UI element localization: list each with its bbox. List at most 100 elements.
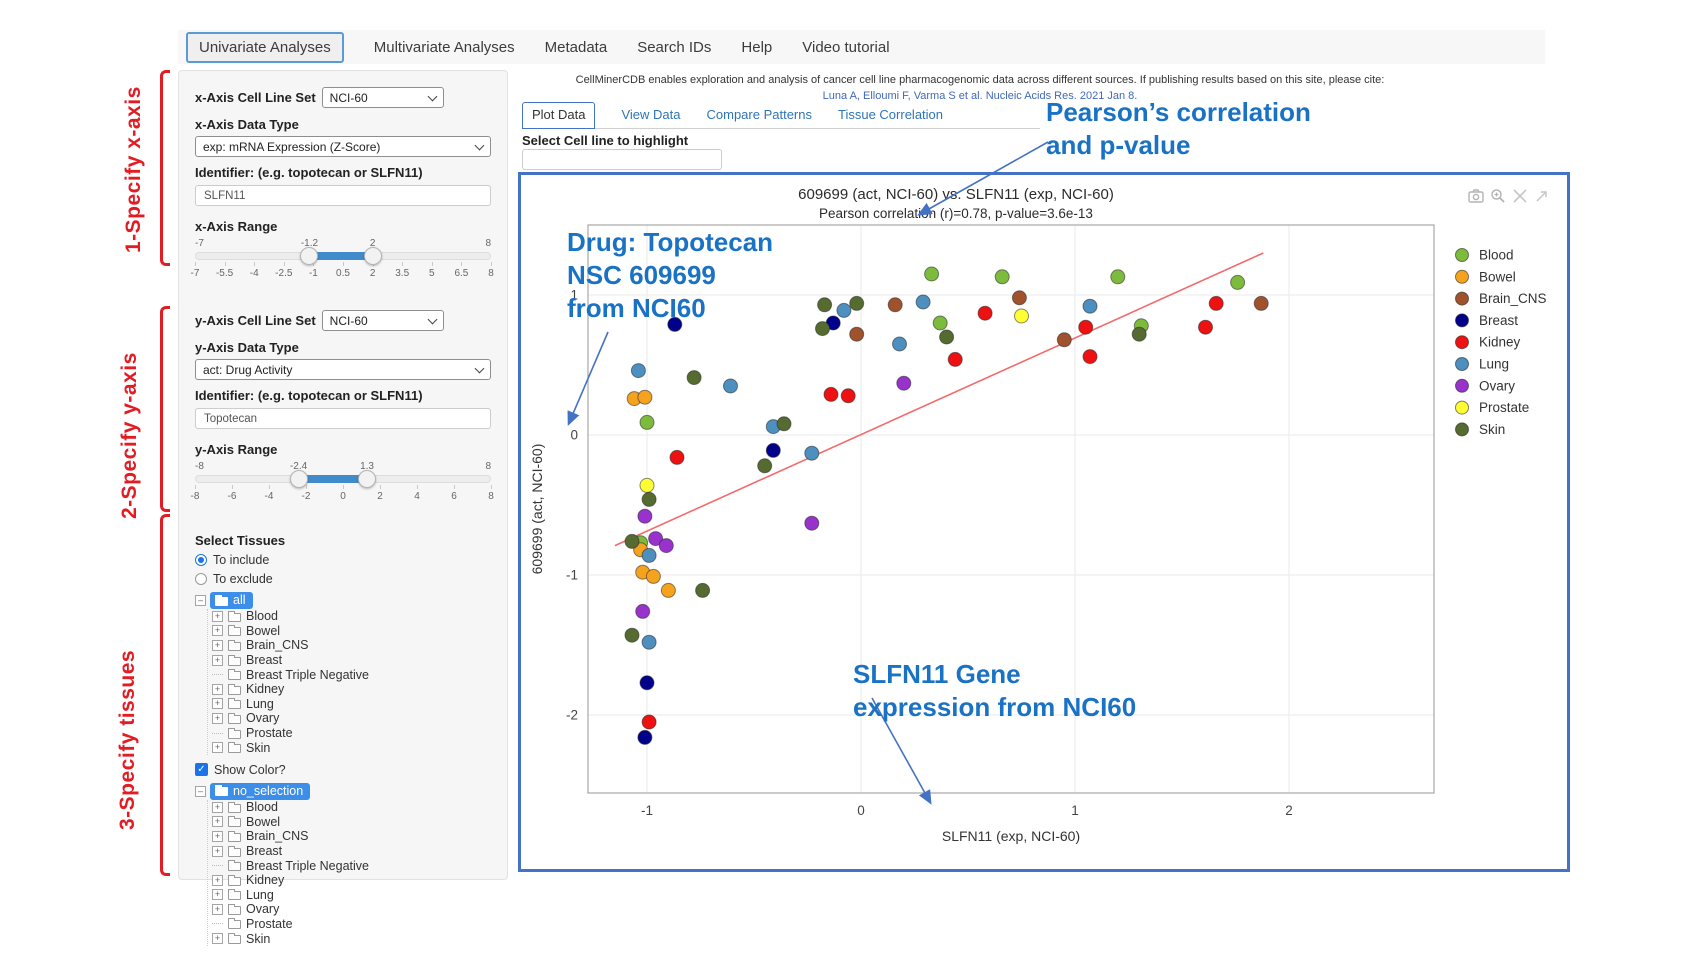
data-point-lung[interactable] bbox=[631, 364, 645, 378]
tree-item-ovary[interactable]: +Ovary bbox=[212, 902, 491, 917]
legend-label-bowel[interactable]: Bowel bbox=[1479, 269, 1516, 284]
data-point-breast[interactable] bbox=[638, 730, 652, 744]
data-point-skin[interactable] bbox=[696, 583, 710, 597]
tree-item-breast[interactable]: +Breast bbox=[212, 653, 491, 668]
legend-swatch-kidney[interactable] bbox=[1456, 336, 1469, 349]
expand-icon[interactable]: + bbox=[212, 802, 223, 813]
legend-swatch-prostate[interactable] bbox=[1456, 401, 1469, 414]
data-point-ovary[interactable] bbox=[638, 509, 652, 523]
data-point-lung[interactable] bbox=[805, 446, 819, 460]
legend-label-ovary[interactable]: Ovary bbox=[1479, 378, 1515, 393]
legend-label-lung[interactable]: Lung bbox=[1479, 357, 1509, 372]
legend-swatch-brain_cns[interactable] bbox=[1456, 292, 1469, 305]
data-point-kidney[interactable] bbox=[841, 389, 855, 403]
expand-icon[interactable]: + bbox=[212, 742, 223, 753]
tree-root-no_selection[interactable]: no_selection bbox=[210, 783, 310, 800]
data-point-lung[interactable] bbox=[916, 295, 930, 309]
data-point-bowel[interactable] bbox=[661, 583, 675, 597]
legend-label-kidney[interactable]: Kidney bbox=[1479, 335, 1521, 350]
highlight-cell-line-input[interactable] bbox=[522, 149, 722, 170]
data-point-prostate[interactable] bbox=[1015, 309, 1029, 323]
data-point-skin[interactable] bbox=[625, 628, 639, 642]
tree-item-lung[interactable]: +Lung bbox=[212, 697, 491, 712]
data-point-skin[interactable] bbox=[758, 459, 772, 473]
data-point-skin[interactable] bbox=[642, 492, 656, 506]
data-point-blood[interactable] bbox=[995, 270, 1009, 284]
data-point-kidney[interactable] bbox=[1199, 320, 1213, 334]
data-point-kidney[interactable] bbox=[642, 715, 656, 729]
tab-compare-patterns[interactable]: Compare Patterns bbox=[707, 107, 813, 128]
legend-label-brain_cns[interactable]: Brain_CNS bbox=[1479, 291, 1547, 306]
data-point-brain_cns[interactable] bbox=[888, 298, 902, 312]
collapse-icon[interactable]: – bbox=[195, 595, 206, 606]
legend-label-blood[interactable]: Blood bbox=[1479, 248, 1514, 263]
tree-item-bowel[interactable]: +Bowel bbox=[212, 815, 491, 830]
expand-icon[interactable]: + bbox=[212, 625, 223, 636]
tree-item-brain_cns[interactable]: +Brain_CNS bbox=[212, 829, 491, 844]
data-point-ovary[interactable] bbox=[659, 539, 673, 553]
data-point-lung[interactable] bbox=[642, 635, 656, 649]
nav-item-metadata[interactable]: Metadata bbox=[545, 39, 608, 56]
tree-item-breast-triple-negative[interactable]: Breast Triple Negative bbox=[212, 858, 491, 873]
data-point-skin[interactable] bbox=[816, 322, 830, 336]
data-point-skin[interactable] bbox=[1132, 327, 1146, 341]
tree-item-prostate[interactable]: Prostate bbox=[212, 726, 491, 741]
tree-item-bowel[interactable]: +Bowel bbox=[212, 624, 491, 639]
data-point-skin[interactable] bbox=[687, 371, 701, 385]
y-data-type-select[interactable]: act: Drug Activity bbox=[195, 359, 491, 380]
expand-icon[interactable]: + bbox=[212, 816, 223, 827]
data-point-skin[interactable] bbox=[850, 296, 864, 310]
data-point-lung[interactable] bbox=[893, 337, 907, 351]
tree-item-breast-triple-negative[interactable]: Breast Triple Negative bbox=[212, 667, 491, 682]
tree-item-lung[interactable]: +Lung bbox=[212, 888, 491, 903]
data-point-skin[interactable] bbox=[625, 534, 639, 548]
data-point-kidney[interactable] bbox=[1079, 320, 1093, 334]
legend-label-breast[interactable]: Breast bbox=[1479, 313, 1518, 328]
data-point-prostate[interactable] bbox=[640, 478, 654, 492]
expand-icon[interactable]: + bbox=[212, 875, 223, 886]
show-color-checkbox[interactable]: ✓ Show Color? bbox=[195, 763, 491, 777]
tab-plot-data[interactable]: Plot Data bbox=[522, 102, 595, 129]
expand-icon[interactable]: + bbox=[212, 655, 223, 666]
data-point-skin[interactable] bbox=[940, 330, 954, 344]
data-point-blood[interactable] bbox=[925, 267, 939, 281]
x-identifier-input[interactable] bbox=[195, 185, 491, 206]
tree-root-all[interactable]: all bbox=[210, 592, 253, 609]
data-point-kidney[interactable] bbox=[978, 306, 992, 320]
tree-item-breast[interactable]: +Breast bbox=[212, 844, 491, 859]
radio-to-include[interactable]: To include bbox=[195, 553, 491, 567]
tree-item-prostate[interactable]: Prostate bbox=[212, 917, 491, 932]
data-point-lung[interactable] bbox=[642, 548, 656, 562]
legend-swatch-breast[interactable] bbox=[1456, 314, 1469, 327]
x-range-low-handle[interactable] bbox=[300, 247, 318, 265]
expand-icon[interactable]: + bbox=[212, 846, 223, 857]
data-point-blood[interactable] bbox=[1111, 270, 1125, 284]
data-point-kidney[interactable] bbox=[824, 387, 838, 401]
tab-view-data[interactable]: View Data bbox=[621, 107, 680, 128]
legend-swatch-ovary[interactable] bbox=[1456, 379, 1469, 392]
data-point-bowel[interactable] bbox=[638, 390, 652, 404]
expand-icon[interactable]: + bbox=[212, 611, 223, 622]
tree-item-ovary[interactable]: +Ovary bbox=[212, 711, 491, 726]
expand-icon[interactable]: + bbox=[212, 889, 223, 900]
expand-icon[interactable]: + bbox=[212, 640, 223, 651]
x-range-slider[interactable]: -78-1.22-7-5.5-4-2.5-10.523.556.58 bbox=[195, 238, 491, 284]
x-cell-line-set-select[interactable]: NCI-60 bbox=[322, 87, 444, 108]
tree-item-kidney[interactable]: +Kidney bbox=[212, 682, 491, 697]
y-range-low-handle[interactable] bbox=[290, 470, 308, 488]
y-identifier-input[interactable] bbox=[195, 408, 491, 429]
tab-tissue-correlation[interactable]: Tissue Correlation bbox=[838, 107, 943, 128]
x-range-high-handle[interactable] bbox=[364, 247, 382, 265]
tree-item-skin[interactable]: +Skin bbox=[212, 931, 491, 946]
tree-item-kidney[interactable]: +Kidney bbox=[212, 873, 491, 888]
data-point-brain_cns[interactable] bbox=[1012, 291, 1026, 305]
tree-item-blood[interactable]: +Blood bbox=[212, 609, 491, 624]
nav-item-video-tutorial[interactable]: Video tutorial bbox=[802, 39, 889, 56]
data-point-blood[interactable] bbox=[640, 415, 654, 429]
data-point-ovary[interactable] bbox=[636, 604, 650, 618]
data-point-skin[interactable] bbox=[777, 417, 791, 431]
expand-icon[interactable]: + bbox=[212, 713, 223, 724]
data-point-ovary[interactable] bbox=[897, 376, 911, 390]
nav-item-multivariate-analyses[interactable]: Multivariate Analyses bbox=[374, 39, 515, 56]
tree-item-skin[interactable]: +Skin bbox=[212, 740, 491, 755]
